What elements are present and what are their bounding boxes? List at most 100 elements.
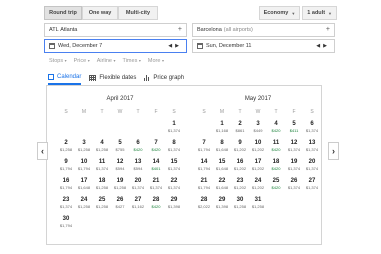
- calendar-day[interactable]: 5 $755: [111, 140, 129, 159]
- calendar-day[interactable]: 26 $1,374: [285, 178, 303, 197]
- round-trip-button[interactable]: Round trip: [44, 6, 82, 20]
- multi-city-button[interactable]: Multi-city: [118, 6, 158, 20]
- destination-field[interactable]: Barcelona (all airports) +: [192, 23, 335, 37]
- calendar-day[interactable]: 23 $1,202: [231, 178, 249, 197]
- calendar-day[interactable]: 24 $1,202: [249, 178, 267, 197]
- calendar-day[interactable]: 19 $1,258: [111, 178, 129, 197]
- calendar-day[interactable]: 16 $1,202: [231, 159, 249, 178]
- calendar-day[interactable]: 11 $1,374: [93, 159, 111, 178]
- filter-label: Stops: [49, 58, 64, 64]
- filter-times[interactable]: Times ▾: [123, 58, 141, 64]
- calendar-day[interactable]: 8 $1,648: [213, 140, 231, 159]
- calendar-day[interactable]: 7 $420: [147, 140, 165, 159]
- day-number: 9: [238, 140, 242, 146]
- calendar-day[interactable]: 9 $1,794: [57, 159, 75, 178]
- calendar-day[interactable]: 25 $1,258: [93, 197, 111, 216]
- calendar-day[interactable]: 17 $1,202: [249, 159, 267, 178]
- calendar-day[interactable]: 10 $1,202: [249, 140, 267, 159]
- day-number: 31: [254, 197, 262, 203]
- calendar-day[interactable]: 27 $1,374: [303, 178, 321, 197]
- add-origin-icon[interactable]: +: [178, 26, 182, 33]
- calendar-day[interactable]: 18 $420: [267, 159, 285, 178]
- tab-price-graph[interactable]: Price graph: [144, 75, 184, 84]
- tab-flexible-dates[interactable]: Flexible dates: [89, 75, 136, 84]
- passengers-select[interactable]: 1 adult ▼: [302, 6, 337, 20]
- day-number: 7: [154, 140, 158, 146]
- calendar-day[interactable]: 28 $420: [147, 197, 165, 216]
- calendar-day[interactable]: 13 $1,374: [303, 140, 321, 159]
- calendar-day[interactable]: 3 $449: [249, 121, 267, 140]
- day-price: $1,794: [77, 166, 91, 171]
- calendar-day[interactable]: 22 $1,648: [213, 178, 231, 197]
- return-date-field[interactable]: Sun, December 11 ◀▶: [192, 39, 335, 53]
- next-month-button[interactable]: ›: [328, 142, 339, 160]
- day-price: $1,374: [305, 185, 319, 190]
- calendar-day[interactable]: 16 $1,794: [57, 178, 75, 197]
- calendar-day[interactable]: 23 $1,374: [57, 197, 75, 216]
- calendar-day[interactable]: 1 $1,374: [165, 121, 183, 140]
- calendar-day[interactable]: 6 $420: [129, 140, 147, 159]
- calendar-day[interactable]: 24 $1,258: [75, 197, 93, 216]
- calendar-day[interactable]: 29 $1,398: [165, 197, 183, 216]
- filter-stops[interactable]: Stops ▾: [49, 58, 67, 64]
- calendar-day[interactable]: 19 $1,374: [285, 159, 303, 178]
- day-price: $1,374: [287, 166, 301, 171]
- calendar-day[interactable]: 5 $411: [285, 121, 303, 140]
- calendar-day[interactable]: 3 $1,258: [75, 140, 93, 159]
- calendar-day[interactable]: 10 $1,794: [75, 159, 93, 178]
- calendar-day[interactable]: 25 $420: [267, 178, 285, 197]
- return-date-arrows[interactable]: ◀▶: [316, 43, 330, 49]
- calendar-day[interactable]: 18 $1,258: [93, 178, 111, 197]
- calendar-day[interactable]: 9 $1,202: [231, 140, 249, 159]
- chevron-down-icon: ▾: [161, 58, 164, 63]
- day-number: 28: [152, 197, 160, 203]
- calendar-day[interactable]: 20 $1,374: [303, 159, 321, 178]
- chevron-right-icon[interactable]: ▶: [175, 43, 182, 49]
- calendar-day[interactable]: 2 $1,258: [57, 140, 75, 159]
- calendar-day[interactable]: 26 $427: [111, 197, 129, 216]
- calendar-day[interactable]: 4 $420: [267, 121, 285, 140]
- calendar-day[interactable]: 13 $594: [129, 159, 147, 178]
- calendar-day[interactable]: 17 $1,648: [75, 178, 93, 197]
- cabin-class-select[interactable]: Economy ▼: [258, 6, 301, 20]
- calendar-day[interactable]: 31 $1,258: [249, 197, 267, 216]
- calendar-day[interactable]: 11 $420: [267, 140, 285, 159]
- calendar-day[interactable]: 14 $401: [147, 159, 165, 178]
- calendar-day[interactable]: 4 $1,258: [93, 140, 111, 159]
- calendar-day[interactable]: 20 $1,374: [129, 178, 147, 197]
- calendar-day[interactable]: 29 $1,398: [213, 197, 231, 216]
- calendar-day[interactable]: 8 $1,374: [165, 140, 183, 159]
- add-destination-icon[interactable]: +: [326, 26, 330, 33]
- calendar-day[interactable]: 22 $1,374: [165, 178, 183, 197]
- weekday-label: M: [81, 109, 87, 115]
- calendar-day[interactable]: 6 $1,374: [303, 121, 321, 140]
- calendar-day[interactable]: 2 $861: [231, 121, 249, 140]
- previous-month-button[interactable]: ‹: [37, 142, 48, 160]
- calendar-day[interactable]: 1 $1,168: [213, 121, 231, 140]
- day-number: 5: [118, 140, 122, 146]
- calendar-day[interactable]: 15 $1,374: [165, 159, 183, 178]
- calendar-day[interactable]: 21 $1,374: [147, 178, 165, 197]
- calendar-day[interactable]: 27 $1,162: [129, 197, 147, 216]
- calendar-day[interactable]: 14 $1,794: [195, 159, 213, 178]
- filter-price[interactable]: Price ▾: [74, 58, 90, 64]
- tab-calendar[interactable]: Calendar: [48, 74, 82, 85]
- calendar-day[interactable]: 21 $1,794: [195, 178, 213, 197]
- one-way-button[interactable]: One way: [82, 6, 118, 20]
- origin-field[interactable]: ATL Atlanta +: [44, 23, 187, 37]
- chevron-right-icon[interactable]: ▶: [323, 43, 330, 49]
- depart-date-field[interactable]: Wed, December 7 ◀▶: [44, 39, 187, 53]
- month-may: May 2017 SMTWTFS 1 $1,168 2 $861 3 $449 4 $420 5…: [195, 96, 321, 216]
- filter-airline[interactable]: Airline ▾: [97, 58, 116, 64]
- calendar-day[interactable]: 7 $1,794: [195, 140, 213, 159]
- day-price: $1,258: [59, 147, 73, 152]
- calendar-day[interactable]: 15 $1,648: [213, 159, 231, 178]
- depart-date-arrows[interactable]: ◀▶: [168, 43, 182, 49]
- calendar-day[interactable]: 30 $1,258: [231, 197, 249, 216]
- calendar-day[interactable]: 30 $1,794: [57, 216, 75, 235]
- calendar-day[interactable]: 12 $1,374: [285, 140, 303, 159]
- chevron-right-icon: ›: [332, 146, 335, 156]
- filter-more[interactable]: More ▾: [148, 58, 164, 64]
- calendar-day[interactable]: 28 $2,022: [195, 197, 213, 216]
- calendar-day[interactable]: 12 $594: [111, 159, 129, 178]
